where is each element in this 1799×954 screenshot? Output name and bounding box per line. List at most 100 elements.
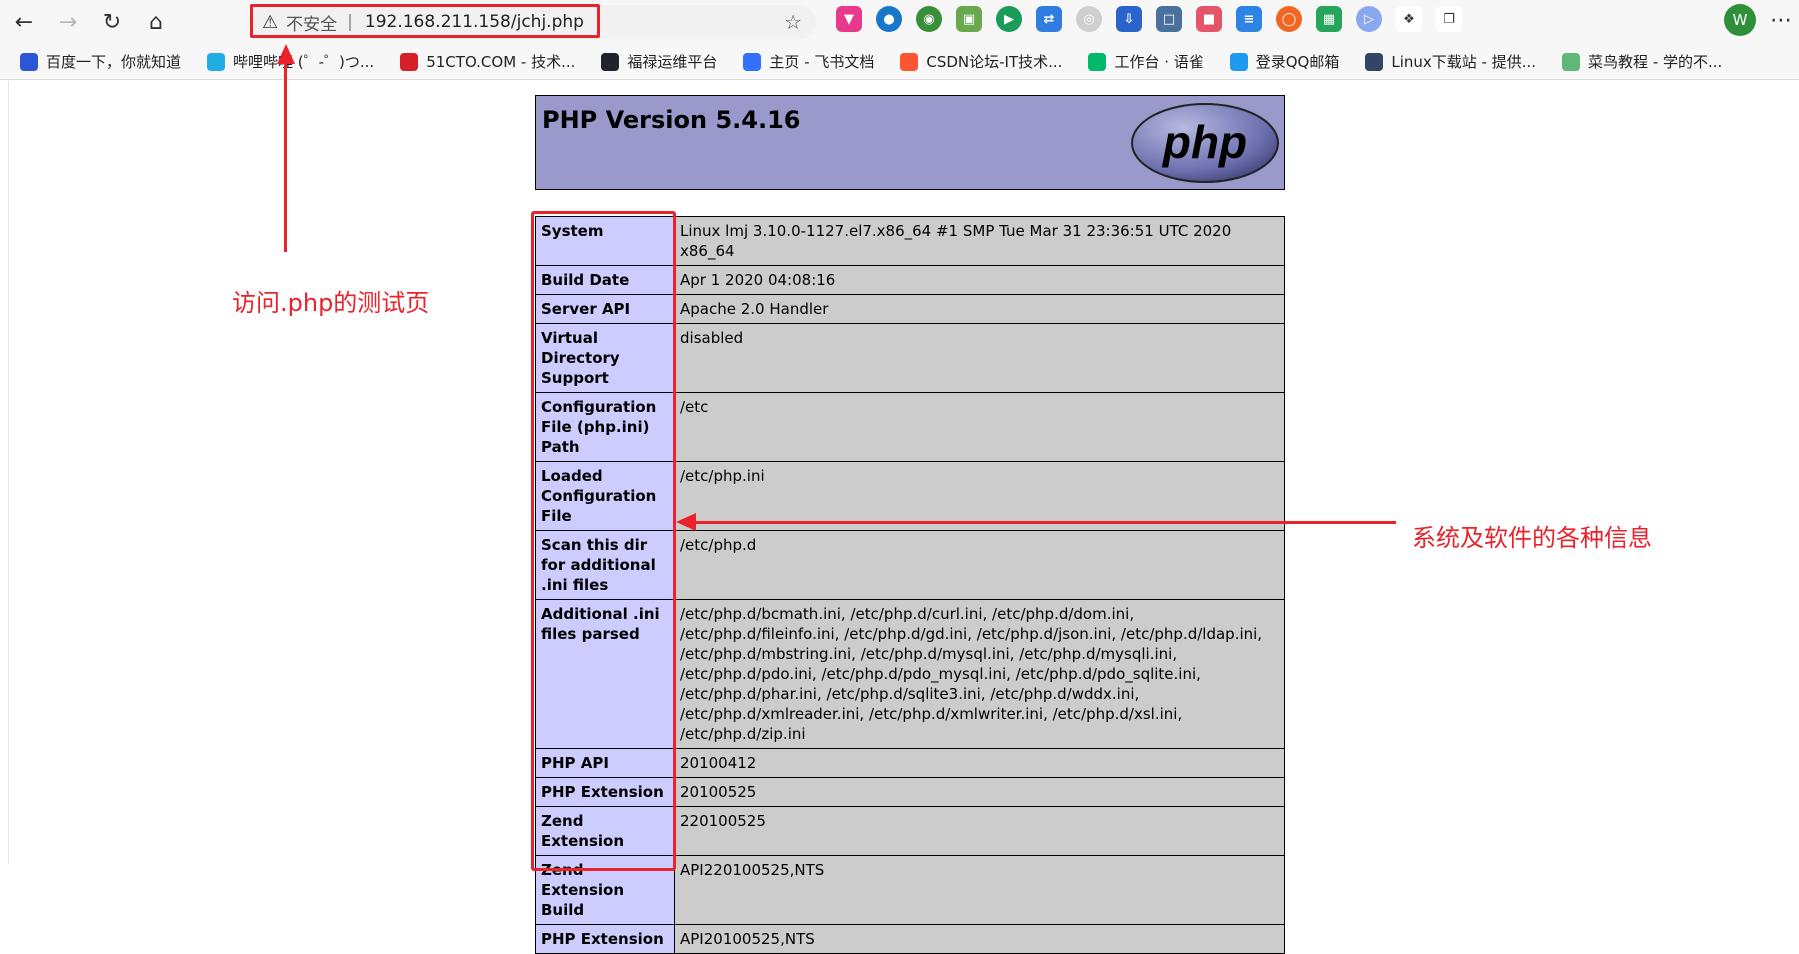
table-row: PHP Extension API20100525,NTS [535,924,1285,954]
table-row: Scan this dir for additional .ini files /… [535,530,1285,600]
bookmark-favicon-icon [1562,52,1581,71]
php-logo-text: php [1161,116,1247,168]
row-key: Zend Extension Build [535,855,675,925]
row-key: Configuration File (php.ini) Path [535,392,675,462]
pink-extension-icon[interactable]: ■ [1196,6,1222,32]
download-extension-icon[interactable]: ⇩ [1116,6,1142,32]
bookmark-favicon-icon [1229,52,1248,71]
bookmark-label: 登录QQ邮箱 [1255,53,1340,71]
info-arrow-head-icon [676,513,696,531]
row-key: Additional .ini files parsed [535,599,675,749]
bookmark-label: 哔哩哔哩 (゜-゜)つ... [233,53,375,71]
phpinfo-container: PHP Version 5.4.16 php System Linux lmj 3… [535,95,1285,954]
bookmark-favicon-icon [400,52,419,71]
bookmark-label: 51CTO.COM - 技术... [426,53,576,71]
cloud-extension-icon[interactable]: ● [876,6,902,32]
php-logo-icon: php [1131,103,1279,183]
bookmark-label: Linux下载站 - 提供... [1391,53,1537,71]
play-extension-icon[interactable]: ▷ [1356,6,1382,32]
bookmark-favicon-icon [20,52,38,71]
row-value: 20100412 [674,748,1285,778]
row-value: /etc/php.d/bcmath.ini, /etc/php.d/curl.i… [674,599,1285,749]
bookmark-item[interactable]: CSDN论坛-IT技术... [900,51,1062,72]
bookmark-favicon-icon [207,52,226,71]
bookmark-label: CSDN论坛-IT技术... [926,53,1063,71]
phpinfo-table: System Linux lmj 3.10.0-1127.el7.x86_64 #… [535,216,1285,954]
bookmark-item[interactable]: 工作台 · 语雀 [1088,51,1204,72]
url-annotation: 访问.php的测试页 [232,289,430,317]
profile-avatar[interactable]: W [1724,4,1756,36]
bookmark-label: 福禄运维平台 [627,53,718,71]
favorite-star-icon[interactable]: ☆ [784,10,802,34]
bookmark-label: 菜鸟教程 - 学的不... [1588,53,1723,71]
translate-extension-icon[interactable]: ≡ [1236,6,1262,32]
gray-extension-icon[interactable]: ◎ [1076,6,1102,32]
table-row: Additional .ini files parsed/etc/php.d/b… [535,599,1285,749]
url-arrow-line [284,62,287,252]
row-value: Apache 2.0 Handler [674,294,1285,324]
row-value: /etc/php.d [674,530,1285,600]
php-version-title: PHP Version 5.4.16 [542,106,801,134]
row-key: PHP Extension [535,924,675,954]
row-key: System [535,216,675,266]
bookmark-label: 百度一下，你就知道 [46,53,182,71]
row-value: Linux lmj 3.10.0-1127.el7.x86_64 #1 SMP … [674,216,1285,266]
row-key: Build Date [535,265,675,295]
sheet-extension-icon[interactable]: ▦ [1316,6,1342,32]
puzzle-extensions-icon[interactable]: ❖ [1396,6,1422,32]
more-menu-icon[interactable]: ⋯ [1770,8,1792,33]
row-value: disabled [674,323,1285,393]
table-row: System Linux lmj 3.10.0-1127.el7.x86_64 #… [535,216,1285,266]
table-row: PHP API 20100412 [535,748,1285,778]
home-icon[interactable]: ⌂ [136,4,176,40]
screenshot-extension-icon[interactable]: □ [1156,6,1182,32]
row-key: Server API [535,294,675,324]
table-row: PHP Extension 20100525 [535,777,1285,807]
warning-icon: ⚠ [262,11,279,33]
table-row: Build Date Apr 1 2020 04:08:16 [535,265,1285,295]
url-text[interactable]: 192.168.211.158/jchj.php [365,12,584,32]
globe-extension-icon[interactable]: ◉ [916,6,942,32]
bookmark-favicon-icon [743,52,762,71]
bookmark-label: 工作台 · 语雀 [1114,53,1204,71]
bookmark-favicon-icon [1365,52,1384,71]
row-value: 220100525 [674,806,1285,856]
bookmark-item[interactable]: 51CTO.COM - 技术... [400,51,575,72]
orange-extension-icon[interactable]: ◯ [1276,6,1302,32]
address-separator: | [347,12,353,32]
table-row: Server API Apache 2.0 Handler [535,294,1285,324]
browser-toolbar: ← → ↻ ⌂ ⚠ 不安全 | 192.168.211.158/jchj.php… [0,0,1799,44]
page-left-rule [8,81,9,864]
row-key: PHP API [535,748,675,778]
forward-arrow-icon[interactable]: → [48,4,88,40]
row-value: /etc [674,392,1285,462]
image-extension-icon[interactable]: ▣ [956,6,982,32]
page-content: PHP Version 5.4.16 php System Linux lmj 3… [0,81,1799,954]
bookmark-item[interactable]: 菜鸟教程 - 学的不... [1562,51,1722,72]
url-arrow-head-icon [277,44,295,64]
reload-icon[interactable]: ↻ [92,4,132,40]
bookmark-label: 主页 - 飞书文档 [769,53,875,71]
table-row: Zend Extension Build API220100525,NTS [535,855,1285,925]
bookmark-item[interactable]: 登录QQ邮箱 [1229,51,1340,72]
sync-extension-icon[interactable]: ⇄ [1036,6,1062,32]
bookmark-item[interactable]: 主页 - 飞书文档 [743,51,874,72]
row-key: Zend Extension [535,806,675,856]
address-bar[interactable]: ⚠ 不安全 | 192.168.211.158/jchj.php ☆ [248,5,816,39]
back-arrow-icon[interactable]: ← [4,4,44,40]
row-value: 20100525 [674,777,1285,807]
extension-icons: ▼ ● ◉ ▣ ▶ ⇄ ◎ ⇩ □ ■ ≡ ◯ ▦ ▷ ❖ ❐ [836,6,1462,32]
bookmark-item[interactable]: 百度一下，你就知道 [20,51,181,72]
shield-extension-icon[interactable]: ▼ [836,6,862,32]
info-arrow-line [690,521,1396,524]
info-annotation: 系统及软件的各种信息 [1412,524,1652,552]
table-row: Zend Extension 220100525 [535,806,1285,856]
bookmark-item[interactable]: Linux下载站 - 提供... [1365,51,1536,72]
row-key: Virtual Directory Support [535,323,675,393]
bookmark-item[interactable]: 福禄运维平台 [601,51,717,72]
bookmarks-bar: 百度一下，你就知道 哔哩哔哩 (゜-゜)つ... 51CTO.COM - 技术...… [0,44,1799,80]
green-circle-extension-icon[interactable]: ▶ [996,6,1022,32]
security-label: 不安全 [286,14,338,35]
row-key: Loaded Configuration File [535,461,675,531]
collections-icon[interactable]: ❐ [1436,6,1462,32]
